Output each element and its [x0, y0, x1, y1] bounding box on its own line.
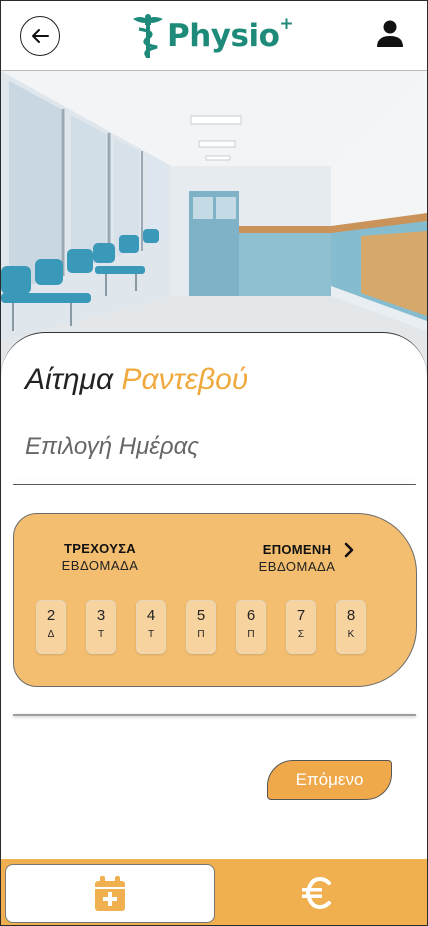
appointment-card: Αίτημα Ραντεβού Επιλογή Ημέρας ΤΡΕΧΟΥΣΑ … [1, 332, 427, 873]
divider [13, 484, 416, 485]
current-week-sublabel: ΕΒΔΟΜΑΔΑ [61, 558, 139, 573]
tab-appointments[interactable] [5, 864, 215, 923]
next-week-button[interactable]: ΕΠΟΜΕΝΗ ΕΒΔΟΜΑΔΑ [252, 542, 342, 574]
next-week-label: ΕΠΟΜΕΝΗ [262, 542, 332, 557]
day-letter: Σ [297, 629, 305, 640]
day-letter: Τ [147, 629, 155, 640]
day-list: 2 Δ 3 Τ 4 Τ 5 Π 6 Π 7 Σ 8 Κ [34, 600, 374, 656]
day-button[interactable]: 5 Π [186, 600, 216, 654]
day-number: 8 [346, 607, 356, 624]
day-button[interactable]: 7 Σ [286, 600, 316, 654]
current-week-button[interactable]: ΤΡΕΧΟΥΣΑ ΕΒΔΟΜΑΔΑ [52, 541, 148, 573]
current-week-label: ΤΡΕΧΟΥΣΑ [64, 541, 136, 556]
day-button[interactable]: 4 Τ [136, 600, 166, 654]
next-button[interactable]: Επόμενο [267, 760, 392, 800]
calendar-plus-icon [95, 875, 125, 911]
top-header: Physio + [1, 1, 427, 71]
chevron-right-icon[interactable] [342, 542, 356, 558]
title-part-1: Αίτημα [25, 363, 114, 396]
person-icon [377, 20, 403, 47]
hospital-corridor-image [1, 71, 427, 371]
title-part-2: Ραντεβού [121, 363, 249, 396]
next-week-sublabel: ΕΒΔΟΜΑΔΑ [258, 559, 336, 574]
day-number: 5 [196, 607, 206, 624]
profile-button[interactable] [375, 19, 405, 51]
day-button[interactable]: 2 Δ [36, 600, 66, 654]
day-letter: Κ [347, 629, 355, 640]
day-number: 2 [46, 607, 56, 624]
day-button[interactable]: 6 Π [236, 600, 266, 654]
day-button[interactable]: 3 Τ [86, 600, 116, 654]
day-number: 7 [296, 607, 306, 624]
divider [13, 714, 416, 716]
caduceus-icon [133, 14, 163, 59]
day-letter: Π [197, 629, 205, 640]
day-number: 4 [146, 607, 156, 624]
page-title: Αίτημα Ραντεβού [25, 363, 248, 397]
tab-payments[interactable] [297, 874, 339, 912]
week-selector: ΤΡΕΧΟΥΣΑ ΕΒΔΟΜΑΔΑ ΕΠΟΜΕΝΗ ΕΒΔΟΜΑΔΑ 2 Δ 3… [13, 513, 417, 687]
arrow-left-icon [32, 29, 49, 43]
day-letter: Δ [47, 629, 55, 640]
select-day-label: Επιλογή Ημέρας [25, 433, 199, 460]
day-number: 6 [246, 607, 256, 624]
euro-icon [302, 876, 331, 910]
bottom-nav [1, 859, 427, 925]
day-letter: Τ [97, 629, 105, 640]
day-letter: Π [247, 629, 255, 640]
logo-text: Physio [167, 18, 280, 54]
logo-plus: + [279, 14, 294, 34]
day-button[interactable]: 8 Κ [336, 600, 366, 654]
back-button[interactable] [20, 16, 60, 56]
app-frame: Physio + Αίτημα Ραντεβού Επιλογή Ημέρας … [0, 0, 428, 926]
day-number: 3 [96, 607, 106, 624]
physio-logo: Physio + [131, 11, 294, 61]
